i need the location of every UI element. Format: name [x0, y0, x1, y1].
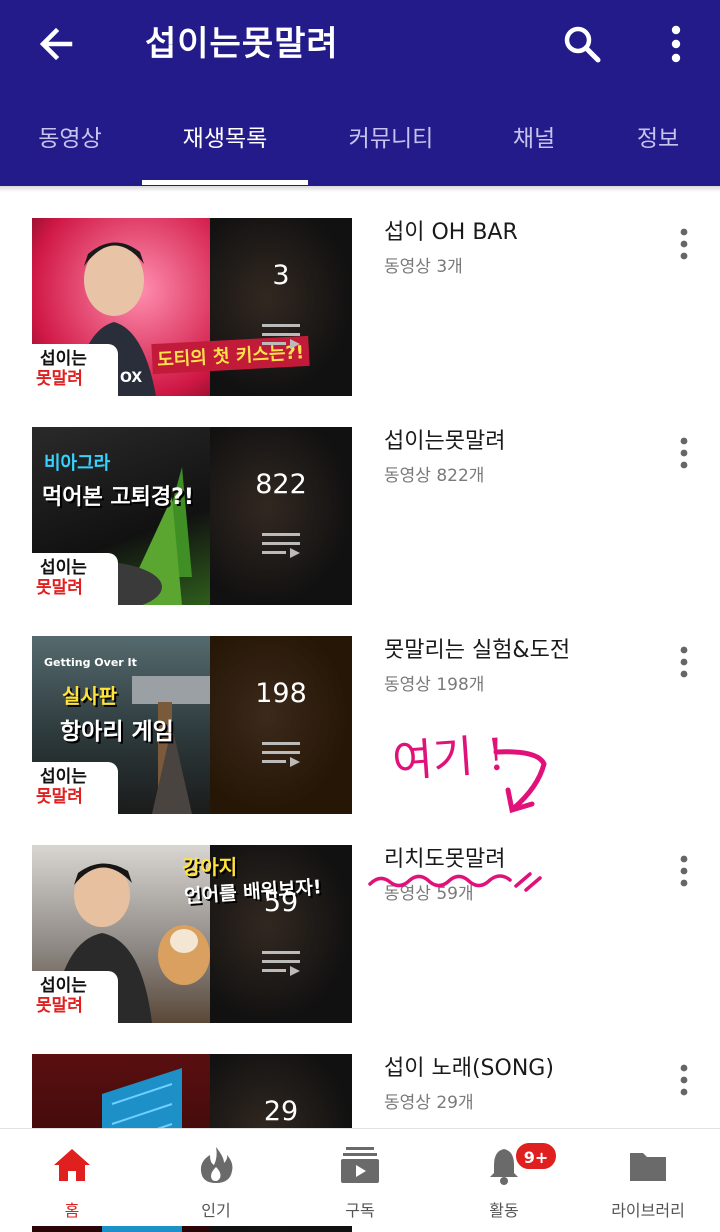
- back-button[interactable]: [30, 18, 82, 70]
- playlist-thumbnail[interactable]: 섭이는 못말려 강아지 언어를 배워보자! 59: [32, 845, 352, 1023]
- more-vert-icon[interactable]: [664, 847, 704, 895]
- annotation-arrow-icon: [493, 749, 547, 814]
- nav-label: 인기: [201, 1201, 231, 1220]
- more-vert-icon[interactable]: [664, 220, 704, 268]
- back-arrow-icon: [39, 27, 73, 61]
- nav-label: 라이브러리: [611, 1201, 685, 1220]
- more-vert-icon[interactable]: [664, 638, 704, 686]
- playlist-thumbnail[interactable]: 섭이는 못말려 도티의 첫 키스는?! OX 3: [32, 218, 352, 396]
- tab-channels[interactable]: 채널: [480, 100, 588, 180]
- search-icon: [564, 26, 601, 63]
- nav-library[interactable]: 라이브러리: [576, 1129, 720, 1226]
- nav-label: 구독: [345, 1201, 375, 1220]
- nav-home[interactable]: 홈: [0, 1129, 144, 1226]
- thumbnail-tag: 비아그라: [44, 453, 111, 474]
- subscriptions-icon: [341, 1147, 379, 1183]
- playlist-video-count: 29: [263, 1096, 299, 1127]
- nav-activity[interactable]: 9+ 활동: [432, 1129, 576, 1226]
- playlist-video-count: 3: [272, 260, 290, 291]
- more-vert-icon: [671, 25, 681, 63]
- playlist-subtitle: 동영상 29개: [384, 1093, 474, 1113]
- more-options-button[interactable]: [650, 18, 702, 70]
- playlist-row[interactable]: 섭이는 못말려 강아지 언어를 배워보자! 59 리치도못말려 동영상 59개: [0, 819, 720, 1023]
- playlist-row[interactable]: 섭이는 못말려 도티의 첫 키스는?! OX 3 섭이 OH BAR 동영상 3개: [0, 192, 720, 396]
- more-vert-icon[interactable]: [664, 1056, 704, 1104]
- nav-label: 활동: [489, 1201, 519, 1220]
- channel-logo-badge: 섭이는 못말려: [32, 971, 118, 1023]
- search-button[interactable]: [556, 18, 608, 70]
- nav-subscriptions[interactable]: 구독: [288, 1129, 432, 1226]
- playlist-video-count: 59: [263, 887, 299, 918]
- playlist-icon: [262, 324, 300, 349]
- thumbnail-tag: OX: [120, 370, 143, 386]
- playlist-subtitle: 동영상 822개: [384, 466, 485, 486]
- thumbnail-overlay: [210, 636, 352, 814]
- annotation-underline: [368, 872, 542, 892]
- thumbnail-caption: 먹어본 고퇴경?!: [42, 485, 194, 510]
- thumbnail-tag: 강아지: [182, 855, 238, 879]
- app-bar: 섭이는못말려 동영상 재생목록 커뮤니티 채널 정보: [0, 0, 720, 186]
- playlist-row[interactable]: 섭이는 못말려 비아그라 먹어본 고퇴경?! 822 섭이는못말려 동영상 822…: [0, 401, 720, 605]
- playlist-subtitle: 동영상 3개: [384, 257, 463, 277]
- playlist-title[interactable]: 못말리는 실험&도전: [384, 632, 570, 664]
- playlist-thumbnail[interactable]: 섭이는 못말려 비아그라 먹어본 고퇴경?! 822: [32, 427, 352, 605]
- bottom-navigation: 홈 인기 구독 9+ 활동 라이브러리: [0, 1128, 720, 1226]
- channel-logo-badge: 섭이는 못말려: [32, 762, 118, 814]
- playlist-video-count: 198: [255, 678, 307, 709]
- folder-icon: [630, 1153, 666, 1181]
- tab-playlists[interactable]: 재생목록: [142, 100, 308, 180]
- active-tab-indicator: [142, 180, 308, 185]
- tab-about[interactable]: 정보: [610, 100, 706, 180]
- playlist-title[interactable]: 섭이는못말려: [384, 423, 505, 455]
- tab-community[interactable]: 커뮤니티: [330, 100, 452, 180]
- more-vert-icon[interactable]: [664, 429, 704, 477]
- playlist-thumbnail[interactable]: 섭이는 못말려 Getting Over It 실사판 항아리 게임 198: [32, 636, 352, 814]
- thumbnail-overlay: [210, 427, 352, 605]
- nav-label: 홈: [64, 1201, 80, 1220]
- playlist-icon: [262, 742, 300, 767]
- playlist-icon: [262, 951, 300, 976]
- playlist-title[interactable]: 섭이 노래(SONG): [384, 1050, 554, 1082]
- notification-badge: 9+: [514, 1141, 558, 1171]
- nav-trending[interactable]: 인기: [144, 1129, 288, 1226]
- channel-title: 섭이는못말려: [145, 24, 339, 64]
- playlist-video-count: 822: [255, 469, 307, 500]
- thumbnail-tag: 실사판: [62, 684, 118, 708]
- playlist-title[interactable]: 섭이 OH BAR: [384, 214, 518, 246]
- tab-videos[interactable]: 동영상: [10, 100, 130, 180]
- fire-icon: [200, 1147, 233, 1183]
- channel-logo-badge: 섭이는 못말려: [32, 344, 118, 396]
- playlist-subtitle: 동영상 198개: [384, 675, 485, 695]
- channel-tabs: 동영상 재생목록 커뮤니티 채널 정보: [0, 100, 720, 186]
- channel-logo-badge: 섭이는 못말려: [32, 553, 118, 605]
- thumbnail-caption: 항아리 게임: [60, 719, 174, 745]
- playlist-row[interactable]: 섭이는 못말려 Getting Over It 실사판 항아리 게임 198 못말…: [0, 610, 720, 814]
- thumbnail-small-text: Getting Over It: [44, 656, 137, 669]
- home-icon: [54, 1149, 90, 1181]
- playlist-icon: [262, 533, 300, 558]
